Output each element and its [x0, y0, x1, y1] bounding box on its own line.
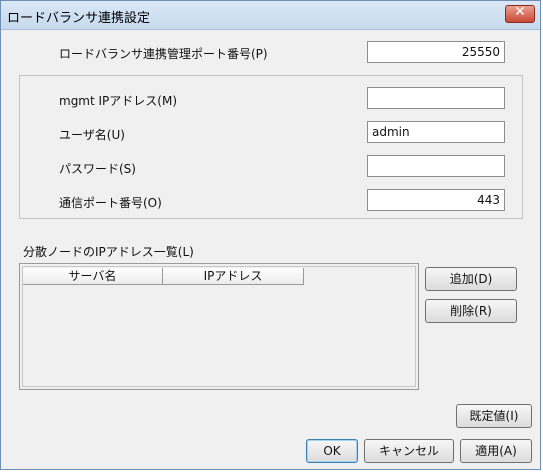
apply-button[interactable]: 適用(A) [460, 439, 532, 463]
mgmt-ip-label: mgmt IPアドレス(M) [59, 94, 178, 108]
lb-port-label: ロードバランサ連携管理ポート番号(P) [59, 47, 268, 61]
username-label: ユーザ名(U) [59, 128, 125, 142]
close-button[interactable]: ✕ [505, 4, 535, 23]
column-header-ip-address[interactable]: IPアドレス [163, 268, 304, 285]
window-title: ロードバランサ連携設定 [7, 11, 151, 26]
comm-port-input[interactable]: 443 [367, 189, 505, 211]
delete-button[interactable]: 削除(R) [425, 299, 517, 323]
load-balancer-settings-dialog: ロードバランサ連携設定 ✕ ロードバランサ連携管理ポート番号(P) 25550 … [0, 0, 541, 470]
username-input[interactable]: admin [367, 121, 505, 143]
lb-port-input[interactable]: 25550 [367, 41, 505, 63]
password-label: パスワード(S) [59, 162, 136, 176]
comm-port-label: 通信ポート番号(O) [59, 196, 162, 210]
cancel-button[interactable]: キャンセル [364, 439, 454, 463]
default-values-button[interactable]: 既定値(I) [456, 404, 532, 428]
node-ip-list-area[interactable]: サーバ名 IPアドレス [22, 266, 416, 387]
ok-button[interactable]: OK [306, 439, 358, 463]
node-ip-list[interactable]: サーバ名 IPアドレス [19, 263, 419, 390]
close-icon: ✕ [514, 4, 526, 20]
title-bar: ロードバランサ連携設定 ✕ [1, 1, 540, 30]
password-input[interactable] [367, 155, 505, 177]
add-button[interactable]: 追加(D) [425, 267, 517, 291]
mgmt-ip-input[interactable] [367, 87, 505, 109]
node-list-label: 分散ノードのIPアドレス一覧(L) [23, 245, 194, 259]
column-header-server-name[interactable]: サーバ名 [23, 268, 163, 285]
